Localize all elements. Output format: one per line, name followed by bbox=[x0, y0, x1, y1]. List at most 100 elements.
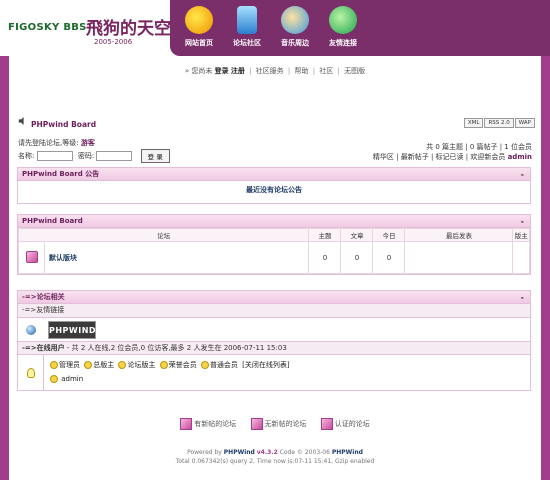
nav-links[interactable]: 友情连接 bbox=[318, 6, 368, 54]
legend-verified: 认证的论坛 bbox=[334, 420, 370, 428]
role-super-mod: 总版主 bbox=[93, 361, 115, 369]
mark-read-link[interactable]: 标记已读 bbox=[436, 153, 464, 161]
board-title[interactable]: PHPwind Board bbox=[31, 120, 96, 129]
top-links-prefix: » 您尚未 bbox=[184, 67, 213, 75]
role-member: 普通会员 bbox=[209, 361, 238, 369]
new-posts-icon bbox=[180, 418, 193, 430]
online-summary: - 共 2 人在线,2 位会员,0 位访客,最多 2 人发生在 2006-07-… bbox=[66, 344, 287, 352]
globe-icon bbox=[26, 324, 36, 335]
time-line: Total 0.067342(s) query 2, Time now is:0… bbox=[175, 458, 375, 465]
login-link[interactable]: 登录 bbox=[215, 67, 229, 75]
xml-button[interactable]: XML bbox=[463, 118, 484, 128]
footer: Powered by PHPWind v4.3.2 Code © 2003-06… bbox=[9, 448, 541, 466]
logo-title: 飛狗的天空 bbox=[86, 19, 171, 39]
no-new-posts-icon bbox=[250, 418, 263, 430]
brand-link[interactable]: PHPWind bbox=[332, 449, 363, 456]
newest-posts-link[interactable]: 最新帖子 bbox=[401, 153, 429, 161]
collapse-toggle[interactable]: - bbox=[521, 291, 524, 304]
role-honor: 荣誉会员 bbox=[168, 361, 197, 369]
nav-music-label: 音乐周边 bbox=[281, 39, 309, 47]
topics-cell: 0 bbox=[308, 241, 342, 274]
announcement-section: PHPwind Board 公告 - 最近没有论坛公告 bbox=[17, 167, 531, 204]
online-user: admin bbox=[50, 372, 290, 386]
nav-home-label: 网站首页 bbox=[185, 39, 213, 47]
legend-new: 有新帖的论坛 bbox=[194, 420, 237, 428]
col-last-post: 最后发表 bbox=[404, 228, 514, 242]
main-content: » 您尚未 登录 注册 | 社区服务 | 帮助 | 社区 | 无图版 PHPwi… bbox=[9, 56, 541, 480]
online-label[interactable]: -=>在线用户 bbox=[22, 344, 65, 352]
moderator-cell bbox=[512, 241, 530, 274]
at-sign-icon bbox=[329, 6, 357, 34]
top-links: » 您尚未 登录 注册 | 社区服务 | 帮助 | 社区 | 无图版 bbox=[184, 67, 366, 75]
nav-forum[interactable]: 论坛社区 bbox=[222, 6, 272, 54]
collapse-toggle[interactable]: - bbox=[521, 168, 524, 181]
last-post-cell bbox=[404, 241, 514, 274]
role-admin: 管理员 bbox=[59, 361, 80, 369]
announcement-title[interactable]: PHPwind Board 公告 bbox=[22, 170, 99, 178]
super-mod-role-icon bbox=[84, 361, 93, 369]
wap-button[interactable]: WAP bbox=[514, 118, 535, 128]
stats-links: 精华区 | 最新帖子 | 标记已读 | 欢迎新会员 admin bbox=[372, 153, 532, 161]
username-input[interactable] bbox=[36, 151, 73, 161]
feed-buttons: XML RSS 2.0 WAP bbox=[463, 118, 535, 128]
role-mod: 论坛版主 bbox=[127, 361, 156, 369]
friend-links-label: -=>友情链接 bbox=[18, 304, 530, 317]
announcement-body: 最近没有论坛公告 bbox=[246, 186, 302, 194]
nav-music[interactable]: 音乐周边 bbox=[270, 6, 320, 54]
online-users-row: -=>在线用户 - 共 2 人在线,2 位会员,0 位访客,最多 2 人发生在 … bbox=[18, 341, 530, 354]
forum-status-icon bbox=[25, 250, 38, 263]
col-moderator: 版主 bbox=[512, 228, 530, 242]
smiley-icon bbox=[185, 6, 213, 34]
header: FIGOSKY BBS 飛狗的天空 2005-2006 网站首页 论坛社区 音乐… bbox=[0, 0, 550, 56]
name-label: 名称: bbox=[18, 152, 35, 160]
nav-home[interactable]: 网站首页 bbox=[174, 6, 224, 54]
phpwind-link[interactable]: PHPWIND bbox=[48, 320, 96, 339]
honor-role-icon bbox=[159, 361, 168, 369]
login-button[interactable]: 登 录 bbox=[140, 149, 170, 163]
forum-name-link[interactable]: 默认版块 bbox=[49, 254, 77, 262]
product-link[interactable]: PHPWind bbox=[224, 449, 255, 456]
text-version-link[interactable]: 无图版 bbox=[344, 67, 365, 75]
related-title[interactable]: -=>论坛相关 bbox=[22, 293, 65, 301]
table-row: 默认版块 0 0 0 bbox=[18, 241, 530, 274]
version: v4.3.2 bbox=[256, 449, 278, 456]
rss-button[interactable]: RSS 2.0 bbox=[484, 118, 514, 128]
digest-link[interactable]: 精华区 bbox=[373, 153, 394, 161]
lightbulb-icon bbox=[26, 367, 35, 378]
forum-stats: 共 0 篇主题 | 0 篇帖子 | 1 位会员 精华区 | 最新帖子 | 标记已… bbox=[373, 142, 532, 162]
role-legend: 管理员 总版主 论坛版主 荣誉会员 普通会员 [关闭在线列表] bbox=[50, 358, 290, 372]
collapse-toggle[interactable]: - bbox=[521, 215, 524, 228]
left-border bbox=[0, 56, 9, 480]
online-list: 管理员 总版主 论坛版主 荣誉会员 普通会员 [关闭在线列表] admin bbox=[18, 354, 530, 390]
forum-cell: 默认版块 bbox=[43, 241, 310, 274]
forum-table: 论坛 主题 文章 今日 最后发表 版主 默认版块 0 0 0 bbox=[17, 228, 530, 274]
admin-role-icon bbox=[50, 361, 58, 369]
nav-links-label: 友情连接 bbox=[329, 39, 357, 47]
nav-forum-label: 论坛社区 bbox=[233, 39, 261, 47]
register-link[interactable]: 注册 bbox=[231, 67, 245, 75]
friend-links-row: PHPWIND bbox=[18, 317, 530, 341]
forum-status-cell bbox=[18, 241, 45, 274]
login-form: 名称: 密码: 登 录 bbox=[18, 149, 170, 163]
close-online-list[interactable]: [关闭在线列表] bbox=[242, 361, 289, 369]
logo-text: FIGOSKY BBS bbox=[8, 22, 87, 33]
password-input[interactable] bbox=[96, 151, 133, 161]
forum-header-title[interactable]: PHPwind Board bbox=[22, 217, 83, 225]
user-level: 游客 bbox=[80, 139, 95, 147]
online-user-link[interactable]: admin bbox=[61, 375, 83, 383]
help-link[interactable]: 帮助 bbox=[294, 67, 308, 75]
bottle-icon bbox=[237, 6, 257, 34]
service-link[interactable]: 社区服务 bbox=[256, 67, 284, 75]
welcome-label: 欢迎新会员 bbox=[470, 153, 506, 161]
member-role-icon bbox=[200, 361, 209, 369]
today-cell: 0 bbox=[372, 241, 406, 274]
site-logo[interactable]: FIGOSKY BBS 飛狗的天空 2005-2006 bbox=[8, 12, 172, 46]
posts-cell: 0 bbox=[340, 241, 374, 274]
forum-section: PHPwind Board - 论坛 主题 文章 今日 最后发表 版主 默认版块… bbox=[17, 214, 531, 275]
community-link[interactable]: 社区 bbox=[319, 67, 333, 75]
forum-header: PHPwind Board - bbox=[18, 215, 530, 228]
login-notice-text: 请先登陆论坛,等级: bbox=[18, 139, 79, 147]
password-label: 密码: bbox=[77, 152, 95, 160]
newest-member-link[interactable]: admin bbox=[508, 153, 532, 161]
speaker-icon bbox=[18, 117, 24, 125]
